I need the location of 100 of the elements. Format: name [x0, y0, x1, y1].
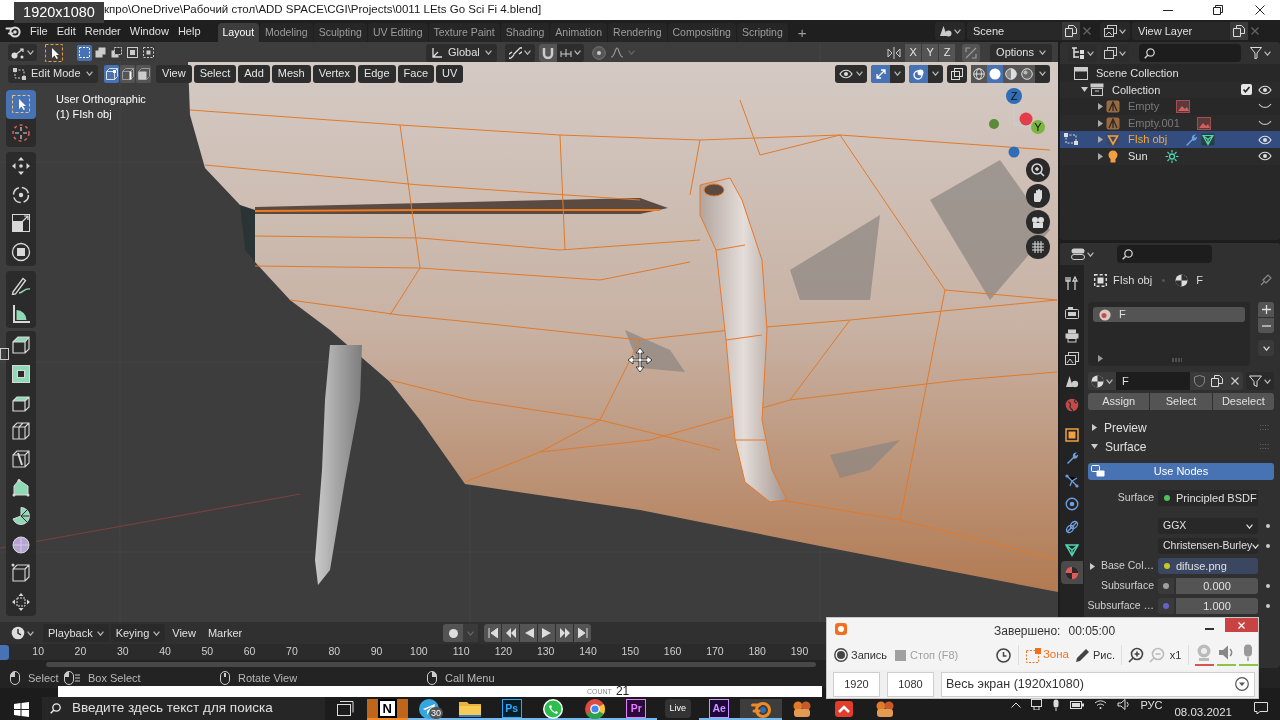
search-field[interactable] — [1139, 44, 1241, 62]
select-mode-button[interactable] — [136, 64, 151, 83]
device-toggle[interactable] — [1217, 644, 1236, 666]
orientation-dropdown[interactable]: Global — [426, 43, 497, 62]
menu-item[interactable]: Help — [173, 22, 205, 40]
add-slot-button[interactable] — [1258, 302, 1274, 317]
copy-icon[interactable] — [1065, 25, 1077, 37]
playback-button[interactable] — [484, 624, 502, 642]
eye-icon[interactable] — [1258, 84, 1272, 95]
selection-mode-button[interactable] — [93, 44, 108, 61]
grid-icon[interactable] — [1026, 235, 1050, 259]
collapsed-arrow-icon[interactable] — [1092, 424, 1097, 431]
camera-icon[interactable] — [1026, 210, 1050, 234]
battery-icon[interactable] — [1070, 699, 1085, 709]
taskbar-button[interactable]: Live — [657, 699, 699, 720]
menu-item[interactable]: File — [26, 22, 52, 40]
workspace-tab[interactable]: Rendering — [608, 23, 667, 42]
snap-link-dropdown[interactable] — [504, 43, 535, 62]
panel-title[interactable]: Preview — [1104, 418, 1147, 437]
taskbar-button[interactable] — [532, 699, 574, 720]
slot-menu-button[interactable] — [1258, 340, 1274, 356]
workspace-tab[interactable]: Sculpting — [313, 23, 367, 42]
menu-item[interactable]: Edit — [52, 22, 80, 40]
selection-mode-button[interactable] — [125, 44, 140, 61]
slot-action-button[interactable]: Assign — [1088, 393, 1150, 410]
taskbar-button[interactable] — [449, 699, 491, 720]
material-slot[interactable]: F — [1093, 307, 1245, 322]
slot-action-button[interactable]: Select — [1150, 393, 1212, 410]
windows-logo-icon[interactable] — [13, 702, 29, 717]
collapsed-arrow-icon[interactable] — [1097, 103, 1103, 110]
keyframe-dot-icon[interactable] — [1266, 604, 1270, 608]
shader-link-field[interactable]: difuse.png — [1158, 558, 1258, 574]
playback-button[interactable] — [556, 624, 574, 642]
notification-icon[interactable] — [1254, 702, 1268, 714]
workspace-tab[interactable]: Modeling — [260, 23, 313, 42]
scene-field[interactable]: Scene — [967, 22, 1062, 40]
playback-button[interactable] — [502, 624, 520, 642]
workspace-tab[interactable]: Shading — [500, 23, 550, 42]
shader-link-field[interactable]: Principled BSDF — [1158, 490, 1258, 506]
remove-slot-button[interactable] — [1258, 318, 1274, 333]
microphone-icon[interactable] — [1052, 699, 1061, 711]
axis-toggle[interactable]: Y — [922, 43, 939, 62]
select-mode-button[interactable] — [104, 64, 119, 83]
menu-item[interactable]: Marker — [202, 624, 248, 642]
hand-icon[interactable] — [1026, 184, 1050, 208]
selection-mode-button[interactable] — [77, 44, 92, 61]
timer-icon[interactable] — [996, 647, 1012, 663]
taskbar-button[interactable]: Ae — [698, 699, 740, 720]
add-workspace-button[interactable]: + — [793, 23, 811, 42]
monitor-icon[interactable] — [1031, 699, 1043, 710]
number-field[interactable]: 0.000 — [1176, 578, 1258, 594]
workspace-tab[interactable]: Scripting — [736, 23, 788, 42]
menu-item[interactable]: View — [167, 624, 201, 642]
language-indicator[interactable]: РУС — [1140, 699, 1163, 711]
proportional-edit-icon[interactable] — [591, 45, 606, 60]
expanded-arrow-icon[interactable] — [1080, 87, 1088, 93]
collapsed-arrow-icon[interactable] — [1097, 119, 1103, 127]
dropdown-field[interactable]: GGX — [1158, 518, 1258, 534]
current-frame-marker[interactable] — [0, 645, 9, 660]
view-layer-selector[interactable] — [1100, 22, 1130, 40]
mode-dropdown[interactable]: Edit Mode — [8, 64, 98, 83]
keyframe-dot-icon[interactable] — [1266, 524, 1270, 528]
expanded-arrow-icon[interactable] — [1091, 444, 1098, 449]
playback-button[interactable] — [520, 624, 538, 642]
axis-toggle[interactable]: Z — [939, 43, 956, 62]
search-box[interactable]: Введите здесь текст для поиска — [42, 697, 325, 720]
node-tree-dropdown[interactable] — [1246, 372, 1274, 390]
snap-increment-icon[interactable] — [559, 47, 572, 58]
chevron-up-icon[interactable] — [1011, 702, 1022, 708]
expand-arrow-icon[interactable] — [1098, 355, 1103, 362]
zoom-icon[interactable] — [1026, 158, 1050, 182]
dropdown-field[interactable]: Christensen-Burley — [1158, 538, 1258, 554]
outliner-row[interactable]: FIsh obj — [1060, 131, 1280, 148]
minimize-icon[interactable] — [1163, 9, 1173, 11]
collapsed-arrow-icon[interactable] — [1097, 136, 1103, 144]
shield-icon[interactable] — [1193, 375, 1205, 387]
collapsed-arrow-icon[interactable] — [1089, 562, 1095, 570]
menu-dropdown[interactable]: Playback — [43, 624, 109, 642]
pivot-dropdown[interactable] — [8, 44, 37, 61]
magnet-icon[interactable] — [541, 46, 554, 59]
playback-button[interactable] — [538, 624, 556, 642]
menu-item[interactable]: Render — [80, 22, 125, 40]
scene-selector[interactable] — [935, 22, 965, 40]
axis-toggle[interactable]: X — [905, 43, 922, 62]
box-select-icon[interactable] — [45, 43, 63, 62]
restore-icon[interactable] — [1213, 5, 1223, 15]
number-field[interactable]: 1.000 — [1176, 598, 1258, 614]
workspace-tab[interactable]: Animation — [550, 23, 608, 42]
taskbar-button[interactable]: 30 — [408, 699, 450, 720]
navigation-gizmo[interactable]: Z Y — [983, 86, 1051, 164]
zoom-in-icon[interactable] — [1127, 647, 1144, 663]
eye-icon[interactable] — [1258, 134, 1272, 145]
menu-item[interactable]: View — [156, 64, 192, 83]
use-nodes-button[interactable]: Use Nodes — [1088, 463, 1274, 480]
device-toggle[interactable] — [1195, 644, 1214, 666]
tool-button[interactable] — [6, 90, 36, 119]
closed-eye-icon[interactable] — [1258, 120, 1272, 127]
material-slot-list[interactable]: F — [1088, 302, 1250, 366]
drag-grip-icon[interactable] — [1260, 444, 1270, 449]
timeline-scrollbar[interactable] — [46, 661, 816, 667]
